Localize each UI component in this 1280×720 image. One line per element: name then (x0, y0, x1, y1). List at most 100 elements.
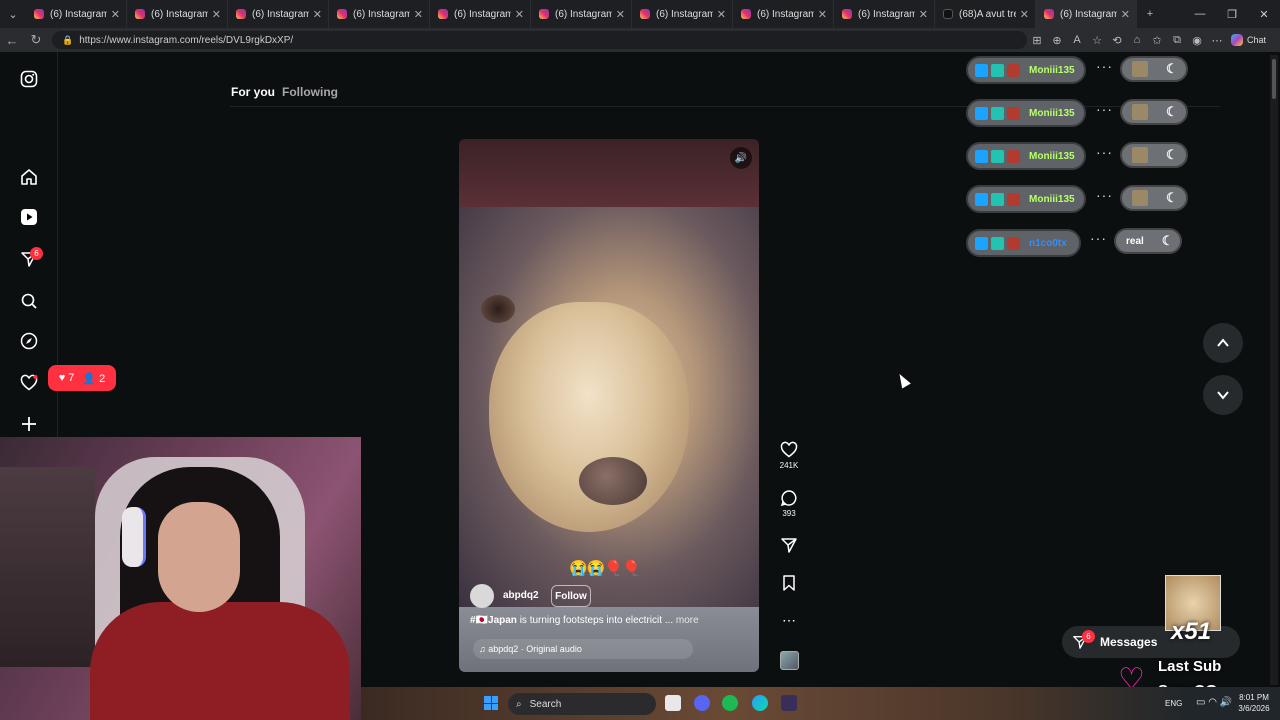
system-tray-icons[interactable]: ▭ ◠ 🔊 (1196, 697, 1232, 708)
volume-icon[interactable]: 🔊 (730, 147, 752, 169)
reel-player[interactable]: 😭😭🎈🎈 🔊 abpdq2 Follow #🇯🇵Japan is turning… (459, 139, 759, 672)
browser-tab[interactable]: (6) Instagram ✕ (329, 0, 430, 28)
messages-badge: 6 (1082, 630, 1095, 643)
tab-title: (6) Instagram (50, 8, 107, 20)
close-window-icon[interactable]: ✕ (1248, 0, 1280, 28)
clock-date: 3/6/2026 (1238, 704, 1270, 713)
taskbar-search[interactable]: ⌕ Search (508, 693, 656, 715)
mouse-cursor-icon (895, 371, 911, 389)
profile-avatar-icon[interactable]: ◉ (1187, 29, 1207, 51)
more-options-icon[interactable]: ⋯ (777, 612, 801, 629)
browser-tab[interactable]: (6) Instagram ✕ (26, 0, 127, 28)
share-button[interactable] (777, 536, 801, 554)
instagram-favicon-icon (842, 9, 852, 19)
avatar[interactable] (470, 584, 494, 608)
close-tab-icon[interactable]: ✕ (1121, 8, 1130, 21)
audio-thumbnail[interactable] (780, 651, 799, 670)
follow-button[interactable]: Follow (551, 585, 591, 607)
heart-icon (780, 441, 798, 458)
file-explorer-icon[interactable] (665, 695, 681, 711)
tab-for-you[interactable]: For you (231, 85, 275, 99)
browser-tab[interactable]: (6) Instagram ✕ (228, 0, 329, 28)
reel-username[interactable]: abpdq2 (503, 590, 539, 601)
split-screen-icon[interactable]: ⌂ (1127, 29, 1147, 51)
app-icon[interactable]: ⊞ (1027, 29, 1047, 51)
caption-more-link[interactable]: more (676, 615, 699, 626)
copilot-chat-button[interactable]: Chat (1231, 34, 1266, 46)
windows-start-icon[interactable] (484, 696, 498, 710)
more-dots-icon: ··· (1090, 230, 1107, 246)
reels-icon[interactable] (18, 206, 40, 228)
browser-tab[interactable]: (6) Instagram ✕ (531, 0, 632, 28)
browser-tab[interactable]: (6) Instagram ✕ (430, 0, 531, 28)
share-icon (781, 538, 797, 553)
back-icon[interactable]: ← (0, 28, 24, 52)
browser-tab[interactable]: (6) Instagram ✕ (733, 0, 834, 28)
like-button[interactable]: 241K (777, 441, 801, 470)
favorites-icon[interactable]: ✩ (1147, 29, 1167, 51)
close-tab-icon[interactable]: ✕ (717, 8, 726, 21)
viewer-name: Moniii135 (1029, 64, 1075, 76)
spotify-icon[interactable] (722, 695, 738, 711)
dog-nose (579, 457, 647, 505)
browser-tab-active[interactable]: (6) Instagram ✕ (1036, 0, 1137, 28)
extensions-icon[interactable]: ⟲ (1107, 29, 1127, 51)
close-tab-icon[interactable]: ✕ (1020, 8, 1029, 21)
last-sub-title: Last Sub (1158, 658, 1222, 675)
close-tab-icon[interactable]: ✕ (818, 8, 827, 21)
viewer-name: n1co0tx (1029, 237, 1067, 249)
taskbar-clock[interactable]: 8:01 PM 3/6/2026 (1232, 692, 1276, 714)
close-tab-icon[interactable]: ✕ (313, 8, 322, 21)
copilot-icon (1231, 34, 1243, 46)
refresh-icon[interactable]: ↻ (24, 28, 48, 52)
restore-icon[interactable]: ❐ (1216, 0, 1248, 28)
save-button[interactable] (777, 574, 801, 592)
collections-icon[interactable]: ⧉ (1167, 29, 1187, 51)
minimize-icon[interactable]: — (1184, 0, 1216, 28)
page-scrollbar[interactable] (1270, 55, 1278, 685)
reel-video[interactable]: 😭😭🎈🎈 (459, 207, 759, 607)
audio-label: abpdq2 · Original audio (488, 644, 582, 654)
app-icon[interactable] (781, 695, 797, 711)
tab-title: (68)A avut treab (959, 8, 1016, 20)
more-dots-icon: ··· (1096, 144, 1113, 160)
tab-title: (6) Instagram (454, 8, 511, 20)
language-indicator[interactable]: ENG (1165, 699, 1182, 708)
close-tab-icon[interactable]: ✕ (212, 8, 221, 21)
notifications-heart-icon[interactable] (18, 372, 40, 394)
favorite-star-icon[interactable]: ☆ (1087, 29, 1107, 51)
more-dots-icon: ··· (1096, 58, 1113, 74)
close-tab-icon[interactable]: ✕ (111, 8, 120, 21)
zoom-icon[interactable]: ⊕ (1047, 29, 1067, 51)
browser-tab[interactable]: (68)A avut treab ✕ (935, 0, 1036, 28)
tab-following[interactable]: Following (282, 85, 338, 99)
read-aloud-icon[interactable]: A (1067, 29, 1087, 51)
home-icon[interactable] (18, 166, 40, 188)
previous-reel-chevron-up-icon[interactable] (1203, 323, 1243, 363)
instagram-logo-icon[interactable] (18, 68, 40, 90)
viewer-pill: Moniii135 (966, 142, 1086, 170)
comment-button[interactable]: 393 (777, 489, 801, 518)
browser-tab[interactable]: (6) Instagram ✕ (834, 0, 935, 28)
close-tab-icon[interactable]: ✕ (414, 8, 423, 21)
edge-icon[interactable] (752, 695, 768, 711)
create-plus-icon[interactable] (18, 413, 40, 435)
browser-tab[interactable]: (6) Instagram ✕ (127, 0, 228, 28)
tab-list-chevron-icon[interactable]: ⌄ (0, 0, 26, 28)
more-menu-icon[interactable]: ⋯ (1207, 29, 1227, 51)
music-note-icon: ♫ (479, 644, 489, 654)
close-tab-icon[interactable]: ✕ (515, 8, 524, 21)
instagram-favicon-icon (236, 9, 246, 19)
new-tab-icon[interactable]: + (1137, 0, 1163, 28)
close-tab-icon[interactable]: ✕ (919, 8, 928, 21)
next-reel-chevron-down-icon[interactable] (1203, 375, 1243, 415)
url-field[interactable]: 🔒 https://www.instagram.com/reels/DVL9rg… (52, 31, 1027, 49)
audio-link[interactable]: ♫ abpdq2 · Original audio (473, 639, 693, 659)
search-icon: ⌕ (516, 698, 522, 710)
caption-hashtag[interactable]: #🇯🇵Japan (470, 615, 517, 626)
discord-icon[interactable] (694, 695, 710, 711)
explore-compass-icon[interactable] (18, 330, 40, 352)
close-tab-icon[interactable]: ✕ (616, 8, 625, 21)
browser-tab[interactable]: (6) Instagram ✕ (632, 0, 733, 28)
search-icon[interactable] (18, 290, 40, 312)
